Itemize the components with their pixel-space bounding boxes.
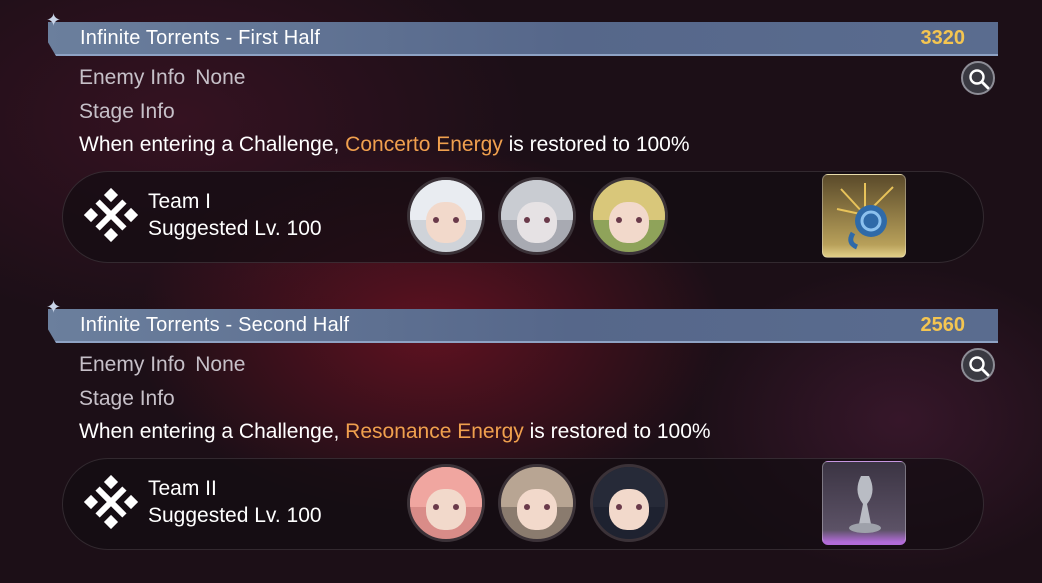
crossed-swords-icon <box>84 475 138 529</box>
sparkle-icon: ✦ <box>46 297 62 317</box>
nautilus-echo-icon <box>836 183 894 250</box>
enemy-info-row: Enemy Info None <box>79 66 245 90</box>
stage-info-label: Stage Info <box>79 100 175 123</box>
reward-item-card[interactable] <box>822 461 906 545</box>
enemy-info-value: None <box>195 66 246 89</box>
stage-description: When entering a Challenge, Concerto Ener… <box>79 133 690 157</box>
description-suffix: is restored to 100% <box>523 420 711 443</box>
character-avatar-3[interactable] <box>590 177 668 255</box>
description-highlight: Concerto Energy <box>345 133 503 156</box>
reward-item-card[interactable] <box>822 174 906 258</box>
stage-section-first-half: ✦ Infinite Torrents - First Half 3320 En… <box>0 0 1042 270</box>
enemy-search-button[interactable] <box>961 348 995 382</box>
character-avatar-2[interactable] <box>498 177 576 255</box>
stage-score: 3320 <box>920 27 966 49</box>
character-avatar-1[interactable] <box>407 464 485 542</box>
sparkle-icon: ✦ <box>46 10 62 30</box>
stage-info-label: Stage Info <box>79 387 175 410</box>
stage-title: Infinite Torrents - First Half <box>80 27 321 49</box>
stage-title: Infinite Torrents - Second Half <box>80 314 350 336</box>
stage-section-second-half: ✦ Infinite Torrents - Second Half 2560 E… <box>0 287 1042 557</box>
statue-echo-icon <box>849 476 881 533</box>
team-name: Team I <box>148 190 212 213</box>
stage-description: When entering a Challenge, Resonance Ene… <box>79 420 711 444</box>
enemy-info-label: Enemy Info <box>79 66 186 89</box>
magnifier-icon <box>969 356 990 377</box>
description-highlight: Resonance Energy <box>345 420 524 443</box>
description-prefix: When entering a Challenge, <box>79 133 346 156</box>
team-suggested-level: Suggested Lv. 100 <box>148 504 322 527</box>
team-name: Team II <box>148 477 217 500</box>
crossed-swords-icon <box>84 188 138 242</box>
team-suggested-level: Suggested Lv. 100 <box>148 217 322 240</box>
stage-score: 2560 <box>920 314 966 336</box>
character-avatar-2[interactable] <box>498 464 576 542</box>
description-prefix: When entering a Challenge, <box>79 420 346 443</box>
enemy-info-value: None <box>195 353 246 376</box>
description-suffix: is restored to 100% <box>502 133 690 156</box>
magnifier-icon <box>969 69 990 90</box>
enemy-search-button[interactable] <box>961 61 995 95</box>
character-avatar-3[interactable] <box>590 464 668 542</box>
enemy-info-row: Enemy Info None <box>79 353 245 377</box>
enemy-info-label: Enemy Info <box>79 353 186 376</box>
character-avatar-1[interactable] <box>407 177 485 255</box>
